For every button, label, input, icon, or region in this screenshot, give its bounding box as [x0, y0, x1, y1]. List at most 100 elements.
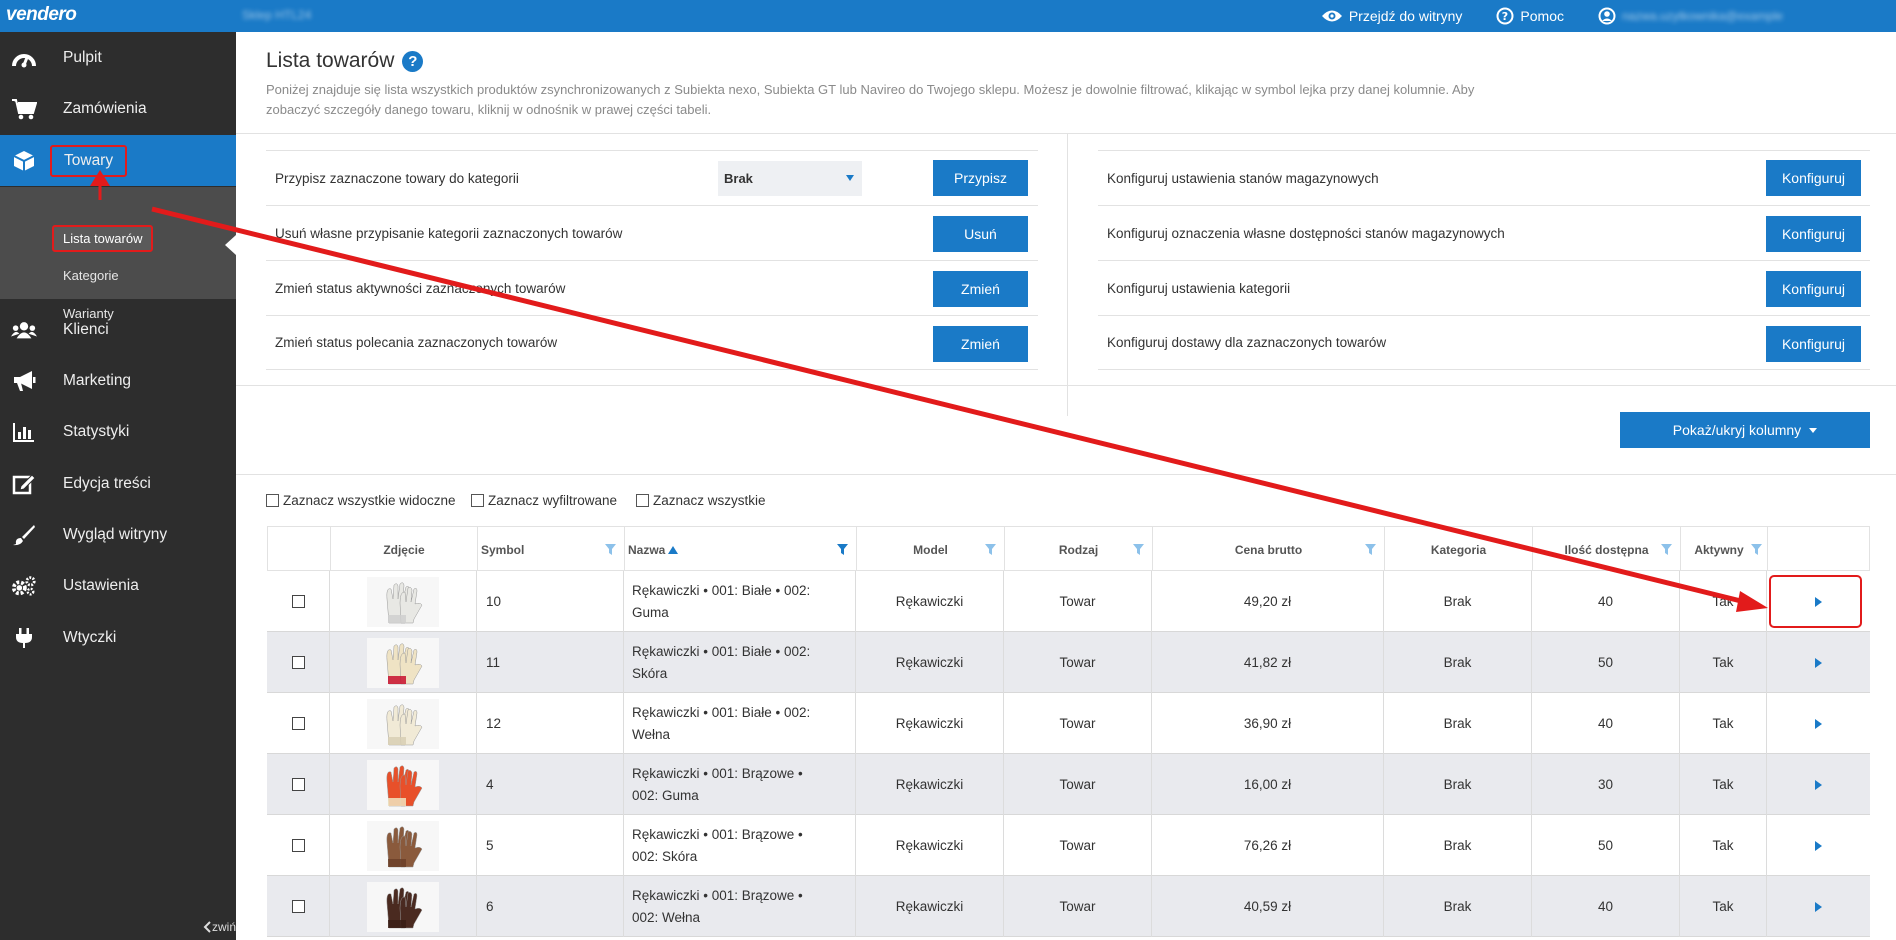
table-row[interactable]: 10 Rękawiczki • 001: Białe • 002: Guma Ręk… [267, 571, 1870, 632]
filter-icon[interactable] [1751, 544, 1762, 555]
row-checkbox[interactable] [291, 717, 305, 730]
product-thumbnail[interactable] [367, 759, 439, 810]
assign-button[interactable]: Przypisz [933, 160, 1028, 196]
checkbox[interactable] [471, 494, 484, 507]
filter-icon[interactable] [605, 544, 616, 555]
toggle-columns-label: Pokaż/ukryj kolumny [1672, 422, 1802, 438]
col-model-label: Model [913, 542, 948, 557]
table-row[interactable]: 12 Rękawiczki • 001: Białe • 002: Wełna Rę… [267, 693, 1870, 754]
select-filtered[interactable]: Zaznacz wyfiltrowane [471, 493, 617, 508]
sidebar-subitem-kategorie[interactable]: Kategorie [63, 268, 119, 283]
sidebar-subitem-lista-towarow[interactable]: Lista towarów [52, 225, 154, 252]
product-thumbnail[interactable] [367, 820, 439, 871]
help-icon[interactable]: ? [402, 50, 424, 72]
visit-site-link[interactable]: Przejdź do witryny [1321, 8, 1462, 24]
sidebar-item-pulpit[interactable]: Pulpit [0, 32, 236, 83]
sidebar-item-zamowienia[interactable]: Zamówienia [0, 83, 236, 134]
col-qty[interactable]: Ilość dostępna [1533, 527, 1681, 572]
product-symbol: 10 [477, 571, 624, 632]
caret-right-icon[interactable] [1815, 718, 1822, 729]
sidebar-item-statystyki[interactable]: Statystyki [0, 406, 236, 457]
divider [236, 385, 1896, 386]
product-name: Rękawiczki • 001: Brązowe • 002: Guma [632, 765, 803, 803]
col-category[interactable]: Kategoria [1385, 527, 1533, 572]
row-details-cell [1767, 876, 1870, 937]
collapse-sidebar-button[interactable]: zwiń [202, 920, 236, 934]
product-photo-cell [330, 571, 477, 632]
table-row[interactable]: 5 Rękawiczki • 001: Brązowe • 002: Skóra R… [267, 815, 1870, 876]
sidebar-item-wyglad-witryny[interactable]: Wygląd witryny [0, 509, 236, 560]
product-qty: 40 [1532, 876, 1680, 937]
config-delivery-button[interactable]: Konfiguruj [1766, 326, 1861, 362]
sidebar-item-label: Marketing [63, 371, 132, 389]
row-checkbox[interactable] [291, 900, 305, 913]
row-checkbox[interactable] [291, 595, 305, 608]
select-all[interactable]: Zaznacz wszystkie [636, 493, 766, 508]
box-icon [11, 149, 37, 173]
product-name-cell: Rękawiczki • 001: Białe • 002: Wełna [624, 693, 856, 754]
select-all-visible[interactable]: Zaznacz wszystkie widoczne [266, 493, 456, 508]
table-row[interactable]: 11 Rękawiczki • 001: Białe • 002: Skóra Rę… [267, 632, 1870, 693]
caret-right-icon[interactable] [1815, 657, 1822, 668]
filter-icon[interactable] [1365, 544, 1376, 555]
sidebar-item-towary[interactable]: Towary [0, 135, 236, 186]
action-row-config-categories: Konfiguruj ustawienia kategorii Konfigur… [1098, 260, 1870, 315]
checkbox[interactable] [266, 494, 279, 507]
row-checkbox[interactable] [291, 839, 305, 852]
gears-icon [11, 574, 37, 598]
change-active-button[interactable]: Zmień [933, 271, 1028, 307]
product-thumbnail[interactable] [367, 698, 439, 749]
product-symbol: 6 [477, 876, 624, 937]
filter-icon[interactable] [1661, 544, 1672, 555]
table-row[interactable]: 4 Rękawiczki • 001: Brązowe • 002: Guma Rę… [267, 754, 1870, 815]
category-select[interactable]: Brak [718, 161, 862, 196]
caret-right-icon[interactable] [1815, 840, 1822, 851]
page-description: Poniżej znajduje się lista wszystkich pr… [266, 82, 1475, 117]
main-content: Lista towarów ? Poniżej znajduje się lis… [236, 32, 1896, 940]
remove-button[interactable]: Usuń [933, 216, 1028, 252]
help-link[interactable]: ? Pomoc [1496, 7, 1564, 25]
table-header: Zdjęcie Symbol Nazwa Model Rodzaj Cena b… [267, 526, 1870, 572]
col-active[interactable]: Aktywny [1681, 527, 1768, 572]
action-label: Zmień status aktywności zaznaczonych tow… [275, 280, 566, 296]
change-recommended-button[interactable]: Zmień [933, 326, 1028, 362]
sidebar-item-ustawienia[interactable]: Ustawienia [0, 560, 236, 611]
sidebar-item-wtyczki[interactable]: Wtyczki [0, 612, 236, 663]
config-availability-button[interactable]: Konfiguruj [1766, 216, 1861, 252]
col-type[interactable]: Rodzaj [1005, 527, 1153, 572]
filter-icon[interactable] [1133, 544, 1144, 555]
product-price: 76,26 zł [1152, 815, 1384, 876]
sidebar-item-label: Zamówienia [63, 99, 147, 117]
product-thumbnail[interactable] [367, 881, 439, 932]
col-type-label: Rodzaj [1058, 542, 1099, 557]
page-title-text: Lista towarów [266, 49, 395, 72]
checkbox[interactable] [636, 494, 649, 507]
row-select-cell [267, 815, 330, 876]
row-checkbox[interactable] [291, 656, 305, 669]
table-row[interactable]: 6 Rękawiczki • 001: Brązowe • 002: Wełna R… [267, 876, 1870, 937]
product-photo-cell [330, 876, 477, 937]
caret-right-icon[interactable] [1815, 901, 1822, 912]
product-thumbnail[interactable] [367, 637, 439, 688]
col-model[interactable]: Model [857, 527, 1005, 572]
sidebar-item-klienci[interactable]: Klienci [0, 304, 236, 355]
sidebar-item-marketing[interactable]: Marketing [0, 355, 236, 406]
toggle-columns-button[interactable]: Pokaż/ukryj kolumny [1620, 412, 1870, 448]
product-symbol: 4 [477, 754, 624, 815]
action-row-change-active: Zmień status aktywności zaznaczonych tow… [266, 260, 1038, 315]
caret-right-icon[interactable] [1815, 779, 1822, 790]
sidebar-item-edycja-tresci[interactable]: Edycja treści [0, 458, 236, 509]
row-checkbox[interactable] [291, 778, 305, 791]
user-menu[interactable]: nazwa.uzytkownika@example [1598, 7, 1882, 25]
col-symbol[interactable]: Symbol [478, 527, 625, 572]
product-thumbnail[interactable] [367, 576, 439, 627]
product-model: Rękawiczki [856, 693, 1004, 754]
action-row-config-availability: Konfiguruj oznaczenia własne dostępności… [1098, 205, 1870, 260]
filter-active-icon[interactable] [837, 544, 848, 555]
filter-icon[interactable] [985, 544, 996, 555]
vendero-logo[interactable]: vendero [6, 4, 77, 26]
config-categories-button[interactable]: Konfiguruj [1766, 271, 1861, 307]
col-name[interactable]: Nazwa [625, 527, 857, 572]
config-stock-button[interactable]: Konfiguruj [1766, 160, 1861, 196]
col-price[interactable]: Cena brutto [1153, 527, 1385, 572]
